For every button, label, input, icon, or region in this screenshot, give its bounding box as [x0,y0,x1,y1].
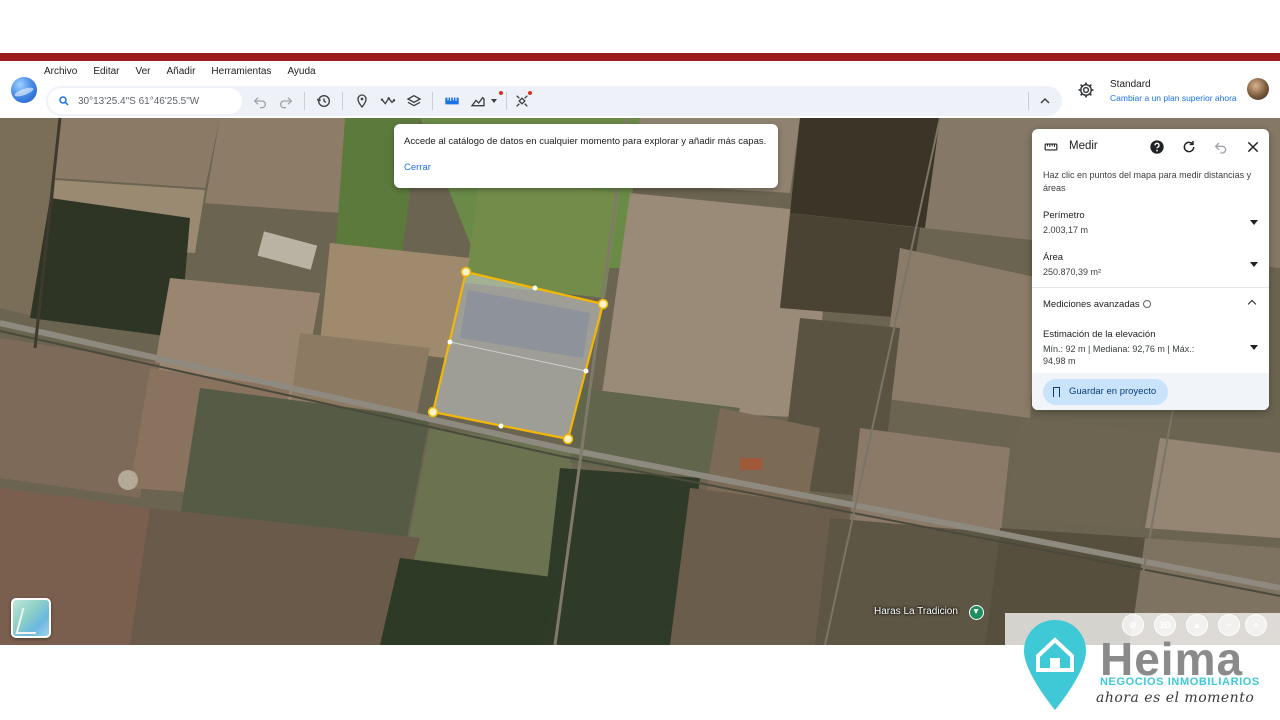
pin-icon[interactable] [352,91,372,111]
area-label: Área [1043,252,1064,263]
save-button-label: Guardar en proyecto [1069,386,1157,397]
elevation-caret-icon[interactable] [1250,345,1258,350]
perimeter-label: Perímetro [1043,210,1085,221]
measure-panel-title: Medir [1069,140,1098,152]
heima-watermark: Heima NEGOCIOS INMOBILIARIOS ahora es el… [1020,614,1272,714]
data-catalog-tooltip: Accede al catálogo de datos en cualquier… [394,124,778,188]
watermark-tagline: ahora es el momento [1096,690,1255,706]
close-icon[interactable] [1245,139,1261,155]
chart-icon[interactable] [468,91,488,111]
measure-instructions: Haz clic en puntos del mapa para medir d… [1043,170,1252,193]
toolbar [46,86,1062,116]
path-icon[interactable] [378,91,398,111]
menu-herramientas[interactable]: Herramientas [211,66,271,77]
plan-name: Standard [1110,79,1151,90]
menu-bar: Archivo Editar Ver Añadir Herramientas A… [44,66,316,77]
account-plan: Standard Cambiar a un plan superior ahor… [1110,79,1237,103]
save-to-project-button[interactable]: Guardar en proyecto [1043,379,1169,405]
watermark-subtitle: NEGOCIOS INMOBILIARIOS [1100,676,1260,688]
upgrade-link[interactable]: Cambiar a un plan superior ahora [1110,93,1237,103]
tooltip-text: Accede al catálogo de datos en cualquier… [404,136,767,147]
toolbar-divider [342,92,343,110]
gear-icon[interactable] [1077,81,1095,99]
ruler-icon [1044,140,1058,154]
refresh-icon[interactable] [1181,139,1197,155]
perimeter-row[interactable]: Perímetro 2.003,17 m [1043,210,1258,236]
toolbar-divider [304,92,305,110]
history-icon[interactable] [314,91,334,111]
undo-icon[interactable] [1213,139,1229,155]
info-icon[interactable] [1142,300,1151,309]
bookmark-icon [1053,387,1060,397]
toolbar-divider [432,92,433,110]
toolbar-divider [1028,92,1029,110]
elevation-label: Estimación de la elevación [1043,329,1156,340]
chevron-up-icon[interactable] [1035,91,1055,111]
search-icon [59,96,69,106]
toolbar-divider [506,92,507,110]
undo-icon[interactable] [250,91,270,111]
area-caret-icon[interactable] [1250,262,1258,267]
map-style-thumbnail[interactable] [11,598,51,638]
layers-icon[interactable] [404,91,424,111]
menu-editar[interactable]: Editar [93,66,119,77]
menu-archivo[interactable]: Archivo [44,66,77,77]
measure-panel-header: Medir [1032,129,1269,165]
area-row[interactable]: Área 250.870,39 m² [1043,252,1258,278]
top-white-band [0,0,1280,53]
menu-ayuda[interactable]: Ayuda [287,66,315,77]
divider [1032,287,1269,288]
advanced-measurements-label: Mediciones avanzadas [1043,299,1140,310]
redo-icon[interactable] [276,91,296,111]
perimeter-value: 2.003,17 m [1043,225,1089,235]
advanced-measurements-header[interactable]: Mediciones avanzadas [1043,299,1151,310]
earth-logo-icon[interactable] [11,77,37,103]
heima-logo-pin-icon [1024,620,1086,710]
search-input[interactable] [78,95,228,107]
search-box[interactable] [48,88,242,114]
area-value: 250.870,39 m² [1043,267,1102,277]
app-header: Archivo Editar Ver Añadir Herramientas A… [0,61,1280,118]
menu-anadir[interactable]: Añadir [167,66,196,77]
place-label[interactable]: Haras La Tradicion [874,606,958,617]
menu-ver[interactable]: Ver [135,66,150,77]
ruler-icon[interactable] [442,91,462,111]
tooltip-close-link[interactable]: Cerrar [404,162,431,173]
measure-panel: Medir Haz clic en puntos del mapa para m… [1032,129,1269,410]
top-red-band [0,53,1280,61]
chevron-up-icon[interactable] [1247,299,1257,309]
elevation-value: Mín.: 92 m | Mediana: 92,76 m | Máx.: 94… [1043,344,1195,366]
perimeter-caret-icon[interactable] [1250,220,1258,225]
notification-dot [528,91,532,95]
chart-dropdown-caret-icon[interactable] [491,99,497,103]
notification-dot [499,91,503,95]
avatar[interactable] [1247,78,1269,100]
elevation-row[interactable]: Estimación de la elevación Mín.: 92 m | … [1043,329,1258,367]
help-icon[interactable] [1149,139,1165,155]
place-pin-icon[interactable] [969,605,984,620]
